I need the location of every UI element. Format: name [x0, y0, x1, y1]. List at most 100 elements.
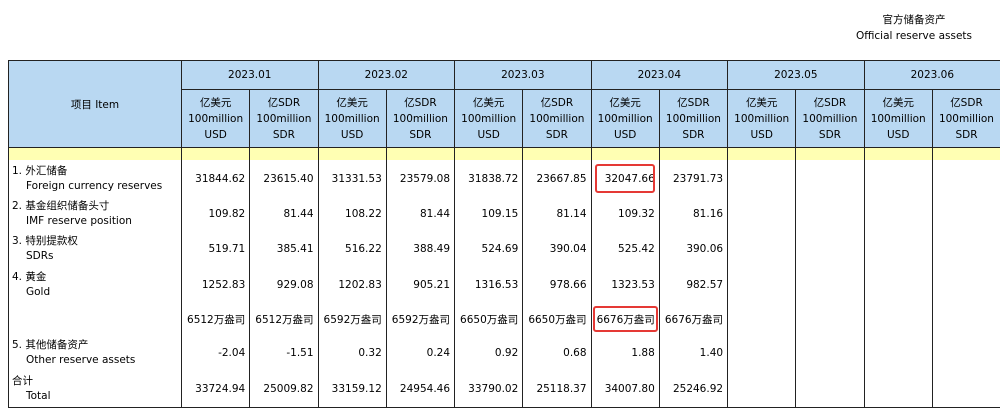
value-cell: 81.44: [250, 197, 318, 231]
cell-value: 0.24: [427, 347, 450, 359]
row-item-label: 2. 基金组织储备头寸IMF reserve position: [9, 197, 182, 231]
highlighted-value-cell: 6676万盎司: [591, 303, 659, 335]
unit-label: 亿美元: [728, 95, 795, 111]
cell-value: 31844.62: [195, 173, 245, 185]
period-header: 2023.04: [591, 61, 728, 90]
value-cell: 6512万盎司: [250, 303, 318, 335]
value-cell: 23579.08: [386, 160, 454, 197]
cell-value: 0.92: [495, 347, 518, 359]
value-cell: [728, 371, 796, 408]
cell-value: 0.68: [563, 347, 586, 359]
value-cell: [728, 197, 796, 231]
highlight-box: [595, 164, 655, 193]
unit-label: 亿SDR: [796, 95, 863, 111]
unit-label: 亿美元: [319, 95, 386, 111]
title-en: Official reserve assets: [856, 28, 972, 44]
value-cell: 25009.82: [250, 371, 318, 408]
period-header: 2023.05: [728, 61, 865, 90]
period-header: 2023.02: [318, 61, 455, 90]
cell-value: 0.32: [358, 347, 381, 359]
cell-value: 1.88: [631, 347, 654, 359]
period-header: 2023.03: [455, 61, 592, 90]
row-label-cn: 5. 其他储备资产: [12, 338, 181, 353]
unit-label: 亿SDR: [933, 95, 1000, 111]
cell-value: 1252.83: [202, 279, 245, 291]
unit-header-sdr: 亿SDR100millionSDR: [523, 90, 591, 148]
cell-value: 524.69: [482, 243, 519, 255]
value-cell: 6592万盎司: [318, 303, 386, 335]
value-cell: [728, 160, 796, 197]
cell-value: 31331.53: [332, 173, 382, 185]
cell-value: 6650万盎司: [528, 314, 586, 326]
value-cell: [864, 267, 932, 303]
period-header: 2023.01: [182, 61, 319, 90]
row-label-cn: 3. 特别提款权: [12, 234, 181, 249]
value-cell: 6650万盎司: [523, 303, 591, 335]
table-body: 1. 外汇储备Foreign currency reserves 31844.62…: [9, 148, 1000, 408]
cell-value: 6512万盎司: [255, 314, 313, 326]
value-cell: [864, 371, 932, 408]
spacer-cell: [250, 148, 318, 161]
row-label-en: SDRs: [12, 249, 181, 264]
value-cell: [932, 371, 1000, 408]
value-cell: 23667.85: [523, 160, 591, 197]
value-cell: 525.42: [591, 231, 659, 267]
spacer-cell: [455, 148, 523, 161]
cell-value: 525.42: [618, 243, 655, 255]
unit-label: USD: [865, 127, 932, 143]
value-cell: 390.04: [523, 231, 591, 267]
cell-value: -1.51: [286, 347, 313, 359]
cell-value: 109.82: [209, 208, 246, 220]
cell-value: 33724.94: [195, 383, 245, 395]
unit-label: USD: [728, 127, 795, 143]
value-cell: 524.69: [455, 231, 523, 267]
row-label-cn: 1. 外汇储备: [12, 164, 181, 179]
cell-value: 6676万盎司: [665, 314, 723, 326]
value-cell: 6650万盎司: [455, 303, 523, 335]
value-cell: 33159.12: [318, 371, 386, 408]
table-row: 6512万盎司6512万盎司6592万盎司6592万盎司6650万盎司6650万…: [9, 303, 1000, 335]
cell-value: 109.32: [618, 208, 655, 220]
value-cell: 25118.37: [523, 371, 591, 408]
cell-value: 6592万盎司: [324, 314, 382, 326]
cell-value: 81.44: [420, 208, 450, 220]
value-cell: [932, 335, 1000, 371]
row-label-cn: 4. 黄金: [12, 270, 181, 285]
table-title: 官方储备资产 Official reserve assets: [856, 12, 972, 44]
value-cell: [796, 267, 864, 303]
unit-label: 100million: [250, 111, 317, 127]
value-cell: -2.04: [182, 335, 250, 371]
unit-header-sdr: 亿SDR100millionSDR: [932, 90, 1000, 148]
value-cell: 108.22: [318, 197, 386, 231]
table-row: 3. 特别提款权SDRs519.71385.41516.22388.49524.…: [9, 231, 1000, 267]
unit-header-usd: 亿美元100millionUSD: [864, 90, 932, 148]
unit-label: 100million: [865, 111, 932, 127]
value-cell: [796, 160, 864, 197]
unit-label: SDR: [660, 127, 727, 143]
unit-label: 100million: [182, 111, 249, 127]
row-label-en: Foreign currency reserves: [12, 179, 181, 194]
value-cell: -1.51: [250, 335, 318, 371]
table-row: 合计Total33724.9425009.8233159.1224954.463…: [9, 371, 1000, 408]
value-cell: 81.16: [659, 197, 727, 231]
spacer-cell: [523, 148, 591, 161]
row-item-label: 3. 特别提款权SDRs: [9, 231, 182, 267]
value-cell: [864, 231, 932, 267]
row-label-en: Other reserve assets: [12, 353, 181, 368]
table-row: 4. 黄金Gold1252.83929.081202.83905.211316.…: [9, 267, 1000, 303]
unit-label: USD: [319, 127, 386, 143]
unit-header-sdr: 亿SDR100millionSDR: [250, 90, 318, 148]
unit-label: SDR: [387, 127, 454, 143]
unit-label: 100million: [796, 111, 863, 127]
unit-header-usd: 亿美元100millionUSD: [591, 90, 659, 148]
highlight-box: [593, 306, 658, 332]
cell-value: 81.44: [283, 208, 313, 220]
cell-value: 385.41: [277, 243, 314, 255]
row-item-label: [9, 303, 182, 335]
value-cell: [932, 197, 1000, 231]
value-cell: 109.32: [591, 197, 659, 231]
value-cell: 31331.53: [318, 160, 386, 197]
unit-label: SDR: [933, 127, 1000, 143]
value-cell: 34007.80: [591, 371, 659, 408]
table-row: 5. 其他储备资产Other reserve assets-2.04 -1.51 0…: [9, 335, 1000, 371]
